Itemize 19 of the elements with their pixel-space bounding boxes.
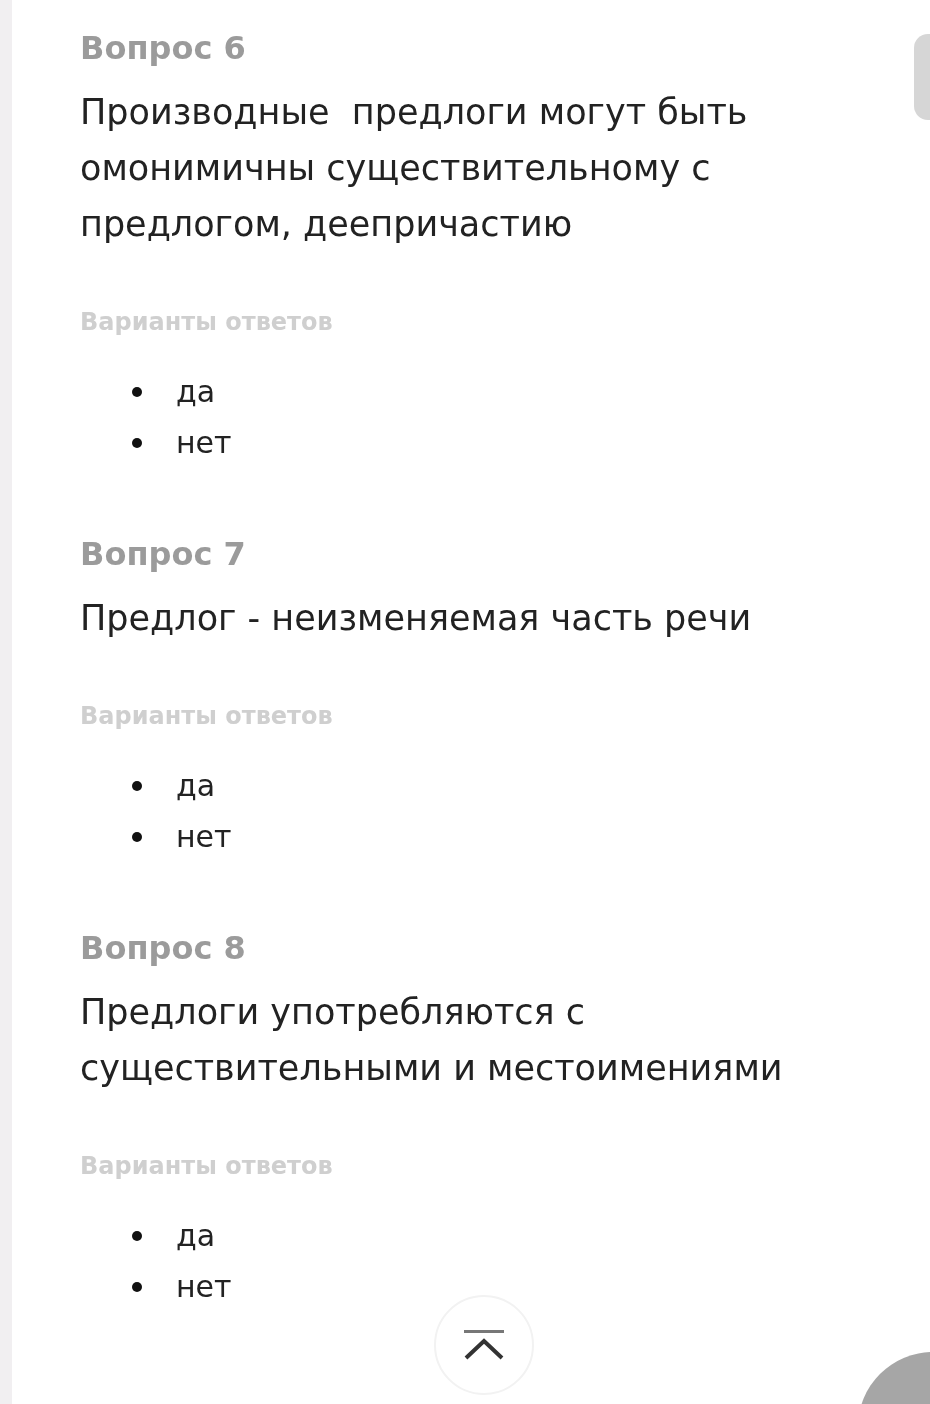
answer-option: да: [176, 1218, 216, 1253]
bullet-icon: [132, 1230, 142, 1241]
question-text: Предлог - неизменяемая часть речи: [80, 597, 753, 640]
question-heading: Вопрос 6: [80, 28, 247, 69]
question-heading: Вопрос 8: [80, 928, 247, 969]
answer-option: нет: [176, 819, 232, 854]
bullet-icon: [132, 831, 142, 842]
answer-option: да: [176, 768, 216, 803]
question-text: Производные предлоги могут быть омонимичны существительному с предлогом, деепричастию: [80, 91, 749, 246]
question-heading: Вопрос 7: [80, 534, 247, 575]
scroll-top-icon: [463, 1329, 505, 1361]
answer-option: да: [176, 374, 216, 409]
bullet-icon: [132, 386, 142, 397]
answer-option: нет: [176, 425, 232, 460]
bullet-icon: [132, 437, 142, 448]
question-text: Предлоги употребляются с существительными и местоимениями: [80, 991, 784, 1090]
bullet-icon: [132, 780, 142, 791]
bullet-icon: [132, 1281, 142, 1292]
answer-option: нет: [176, 1269, 232, 1304]
